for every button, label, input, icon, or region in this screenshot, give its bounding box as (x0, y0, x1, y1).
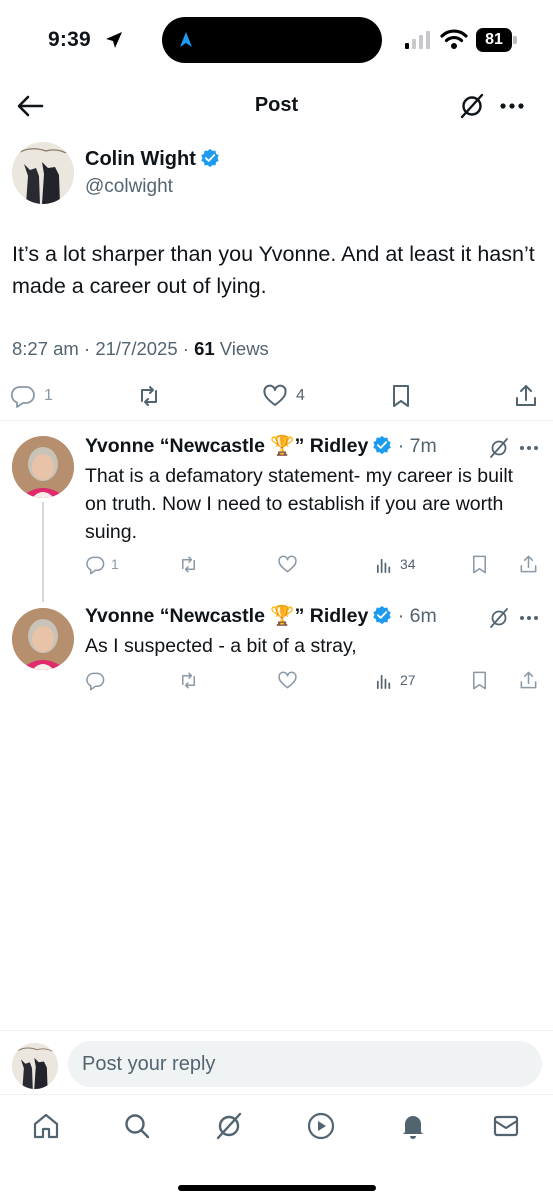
reply-text: As I suspected - a bit of a stray, (85, 635, 357, 657)
avatar[interactable] (12, 436, 74, 498)
reply-input[interactable] (68, 1041, 542, 1087)
reply-actions: 27 (0, 667, 553, 693)
verified-badge-icon (373, 605, 392, 625)
reply-text: That is a defamatory statement- my caree… (85, 465, 514, 543)
share-button[interactable] (513, 378, 539, 414)
reply-actions: 1 34 (0, 551, 553, 577)
home-icon[interactable] (31, 1111, 61, 1141)
like-button[interactable] (277, 667, 298, 693)
repost-button[interactable] (136, 378, 162, 414)
like-icon (263, 384, 287, 406)
share-button[interactable] (518, 551, 539, 577)
battery-level: 81 (476, 28, 512, 52)
mail-icon[interactable] (491, 1111, 521, 1141)
location-arrow-icon (106, 32, 122, 48)
view-count: 27 (400, 672, 416, 688)
share-icon (516, 385, 536, 406)
home-indicator (178, 1185, 376, 1191)
repost-icon (182, 556, 195, 572)
status-time: 9:39 (48, 28, 91, 51)
post-text: It’s a lot sharper than you Yvonne. And … (12, 242, 535, 298)
reply-icon (86, 556, 105, 574)
grok-icon[interactable] (458, 92, 486, 120)
like-button[interactable] (277, 551, 298, 577)
header: Post (0, 82, 553, 130)
more-icon[interactable] (498, 92, 526, 120)
bookmark-button[interactable] (469, 551, 490, 577)
bookmark-icon (473, 555, 486, 573)
grok-icon[interactable] (214, 1111, 244, 1141)
bookmark-button[interactable] (388, 378, 414, 414)
repost-button[interactable] (178, 667, 199, 693)
reply-icon (86, 672, 105, 690)
bookmark-icon (473, 671, 486, 689)
post-time: 8:27 am (12, 338, 79, 359)
reply-header: Yvonne “Newcastle 🏆” Ridley · 7m (85, 435, 437, 457)
reply-icon (10, 386, 35, 408)
more-icon[interactable] (518, 437, 540, 459)
share-icon (520, 671, 537, 688)
bottom-nav (0, 1094, 553, 1200)
bookmark-button[interactable] (469, 667, 490, 693)
reply-count: 1 (44, 387, 53, 404)
repost-icon (182, 672, 195, 688)
repost-button[interactable] (178, 551, 199, 577)
avatar[interactable] (12, 142, 74, 204)
reply-time: 6m (409, 605, 437, 627)
like-icon (278, 555, 297, 572)
share-icon (520, 555, 537, 572)
views-count: 61 (194, 338, 215, 359)
status-bar: 9:39 81 (0, 0, 553, 82)
signal-icon (405, 31, 430, 49)
bookmark-icon (393, 385, 409, 407)
battery-icon: 81 (476, 28, 518, 52)
like-count: 4 (296, 387, 305, 404)
views-label: Views (219, 338, 269, 359)
reply-header: Yvonne “Newcastle 🏆” Ridley · 6m (85, 605, 437, 627)
views-button[interactable]: 34 (374, 551, 416, 577)
reply-time: 7m (409, 435, 437, 457)
bell-icon[interactable] (398, 1111, 428, 1141)
like-icon (278, 671, 297, 688)
reply-button[interactable]: 1 (85, 551, 119, 577)
reply-author-name[interactable]: Yvonne “Newcastle 🏆” Ridley (85, 605, 368, 627)
avatar[interactable] (12, 1043, 58, 1089)
grok-icon[interactable] (488, 607, 510, 629)
post-meta: 8:27 am · 21/7/2025 · 61 Views (12, 338, 269, 359)
navigation-icon (180, 32, 192, 47)
divider (0, 420, 553, 421)
views-icon (376, 558, 391, 573)
view-count: 34 (400, 556, 416, 572)
verified-badge-icon (373, 435, 392, 455)
share-button[interactable] (518, 667, 539, 693)
reply-button[interactable] (85, 667, 106, 693)
reply-composer (0, 1030, 553, 1094)
grok-icon[interactable] (488, 437, 510, 459)
author-name[interactable]: Colin Wight (85, 148, 220, 171)
views-button[interactable]: 27 (374, 667, 416, 693)
more-icon[interactable] (518, 607, 540, 629)
repost-icon (141, 386, 157, 406)
reply-button[interactable]: 1 (10, 378, 53, 414)
reply-count: 1 (111, 556, 119, 572)
reply-author-name[interactable]: Yvonne “Newcastle 🏆” Ridley (85, 435, 368, 457)
verified-badge-icon (201, 148, 219, 168)
play-icon[interactable] (306, 1111, 336, 1141)
author-handle[interactable]: @colwight (85, 176, 173, 198)
avatar[interactable] (12, 608, 74, 670)
post-date: 21/7/2025 (95, 338, 178, 359)
search-icon[interactable] (122, 1111, 152, 1141)
post-actions: 1 4 (0, 378, 553, 414)
views-icon (376, 674, 391, 689)
like-button[interactable]: 4 (262, 378, 305, 414)
wifi-icon (440, 29, 468, 49)
author-name-text: Colin Wight (85, 148, 196, 170)
